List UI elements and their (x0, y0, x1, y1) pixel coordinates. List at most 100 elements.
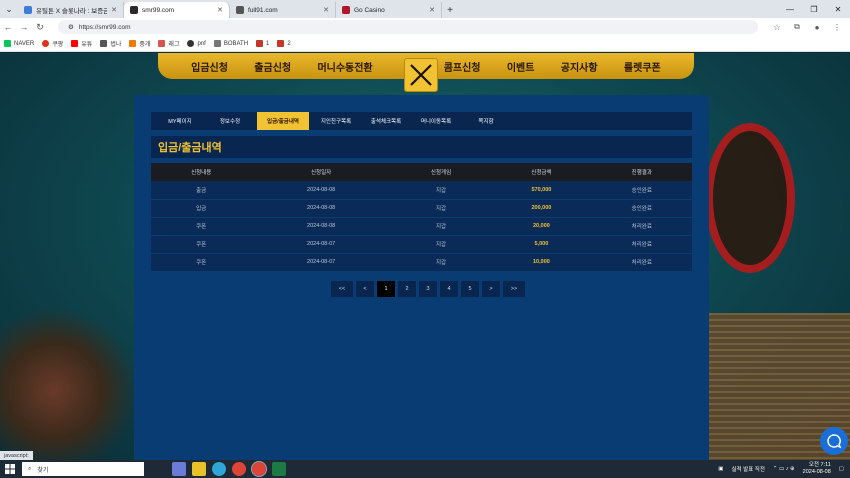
tab-close-icon[interactable]: ✕ (323, 6, 329, 14)
column-header: 신청게임 (390, 163, 492, 181)
page-last-button[interactable]: >> (503, 281, 525, 297)
tab-attendance[interactable]: 출석체크목록 (363, 112, 409, 130)
tab-close-icon[interactable]: ✕ (111, 6, 117, 14)
minimize-icon[interactable]: — (778, 0, 802, 18)
close-icon (410, 64, 432, 86)
page-button-5[interactable]: 5 (461, 281, 479, 297)
cell-amount: 200,000 (491, 199, 592, 218)
menu-money-convert[interactable]: 머니수동전환 (317, 59, 372, 74)
menu-notice[interactable]: 공지사항 (561, 59, 598, 74)
cell-type: 출금 (151, 181, 252, 200)
page-button-2[interactable]: 2 (398, 281, 416, 297)
cell-game: 지갑 (390, 199, 492, 218)
sticky-notes-icon[interactable] (192, 462, 206, 476)
profile-avatar[interactable]: ● (810, 19, 824, 35)
page-prev-button[interactable]: < (356, 281, 374, 297)
tray-icons[interactable]: ⌃ ▭ ♪ ⊕ (773, 466, 795, 472)
column-header: 신청내용 (151, 163, 252, 181)
cell-amount: 10,000 (491, 253, 592, 272)
menu-event[interactable]: 이벤트 (507, 59, 535, 74)
bookmark-item[interactable]: 래그 (158, 39, 179, 48)
background-character-image (0, 303, 135, 460)
cell-amount: 5,000 (491, 235, 592, 254)
bookmark-item[interactable]: pnf (187, 40, 206, 47)
tab-favicon-icon (342, 6, 350, 14)
page-button-1[interactable]: 1 (377, 281, 395, 297)
taskbar-apps (172, 461, 286, 477)
bookmark-item[interactable]: 2 (277, 40, 291, 47)
browser-tab-active[interactable]: smr99.com ✕ (124, 2, 230, 18)
taskbar-search[interactable]: ⌕ 찾기 (22, 462, 144, 476)
extensions-icon[interactable]: ⧉ (790, 19, 804, 35)
menu-withdraw[interactable]: 출금신청 (254, 59, 291, 74)
menu-roulette-coupon[interactable]: 룰렛쿠폰 (624, 59, 661, 74)
history-table: 신청내용 신청일자 신청게임 신청금액 진행결과 출금 2024-08-08 지… (151, 163, 692, 272)
tab-favicon-icon (130, 6, 138, 14)
bookmark-item[interactable]: 쿠팡 (42, 39, 63, 48)
cell-result: 처리완료 (591, 217, 692, 236)
tab-favicon-icon (24, 6, 32, 14)
browser-tab[interactable]: Go Casino ✕ (336, 2, 442, 18)
clock[interactable]: 오전 7:11 2024-08-08 (803, 462, 831, 476)
browser-tab[interactable]: full91.com ✕ (230, 2, 336, 18)
cell-result: 승인완료 (591, 199, 692, 218)
news-widget-icon[interactable]: ▣ (718, 466, 723, 472)
tab-money-transfer[interactable]: 머니이동목록 (413, 112, 459, 130)
excel-icon[interactable] (272, 462, 286, 476)
tab-friends[interactable]: 지인친구목록 (313, 112, 359, 130)
system-tray: ▣ 실적 발표 직전 ⌃ ▭ ♪ ⊕ 오전 7:11 2024-08-08 ▢ (718, 460, 844, 478)
menu-comp[interactable]: 콤프신청 (444, 59, 481, 74)
maximize-icon[interactable]: ❐ (802, 0, 826, 18)
tab-messages[interactable]: 쪽지함 (463, 112, 509, 130)
table-row: 출금 2024-08-08 지갑 570,000 승인완료 (151, 181, 692, 200)
chat-button[interactable] (820, 427, 848, 455)
browser-tab[interactable]: 유틸톤 X 슬롯나라 : 보증금 2억 ✕ (18, 2, 124, 18)
tab-mypage[interactable]: MY페이지 (157, 112, 203, 130)
back-icon[interactable]: ← (0, 19, 16, 35)
windows-logo-icon (5, 464, 15, 474)
browser-tab-bar: ⌄ 유틸톤 X 슬롯나라 : 보증금 2억 ✕ smr99.com ✕ full… (0, 0, 850, 18)
section-title: 입금/출금내역 (151, 136, 692, 158)
reload-icon[interactable]: ↻ (32, 19, 48, 35)
bookmark-item[interactable]: 유튜 (71, 39, 92, 48)
news-widget-text[interactable]: 실적 발표 직전 (731, 465, 764, 473)
tab-close-icon[interactable]: ✕ (429, 6, 435, 14)
menu-deposit[interactable]: 입금신청 (191, 59, 228, 74)
site-info-icon[interactable]: ⚙ (68, 23, 74, 31)
edge-icon[interactable] (212, 462, 226, 476)
url-field[interactable]: ⚙ https://smr99.com (58, 20, 758, 34)
close-modal-button[interactable] (404, 58, 438, 92)
chrome-active-icon[interactable] (251, 461, 267, 477)
taskview-icon[interactable] (172, 462, 186, 476)
bookmark-item[interactable]: 1 (256, 40, 269, 47)
forward-icon[interactable]: → (16, 19, 32, 35)
page-next-button[interactable]: > (482, 281, 500, 297)
chrome-icon[interactable] (232, 462, 246, 476)
bookmark-item[interactable]: 법나 (100, 39, 121, 48)
table-row: 쿠폰 2024-08-07 지갑 10,000 처리완료 (151, 253, 692, 272)
start-button[interactable] (0, 460, 20, 478)
cell-type: 쿠폰 (151, 235, 252, 254)
close-window-icon[interactable]: ✕ (826, 0, 850, 18)
notification-icon[interactable]: ▢ (839, 466, 844, 472)
bookmark-item[interactable]: BOBATH (213, 40, 248, 47)
bookmark-item[interactable]: NAVER (4, 40, 34, 47)
pagination: << < 1 2 3 4 5 > >> (331, 281, 525, 297)
page-button-3[interactable]: 3 (419, 281, 437, 297)
new-tab-button[interactable]: + (442, 2, 458, 18)
tab-close-icon[interactable]: ✕ (217, 6, 223, 14)
cell-date: 2024-08-08 (251, 199, 391, 218)
page-button-4[interactable]: 4 (440, 281, 458, 297)
column-header: 진행결과 (591, 163, 692, 181)
tab-deposit-withdraw-history[interactable]: 입금/출금내역 (257, 112, 309, 130)
bookmark-icon (100, 40, 108, 47)
tab-edit-info[interactable]: 정보수정 (207, 112, 253, 130)
tab-search-icon[interactable]: ⌄ (0, 0, 18, 18)
page-first-button[interactable]: << (331, 281, 353, 297)
bookmark-star-icon[interactable]: ☆ (770, 19, 784, 35)
tab-title: full91.com (248, 6, 278, 14)
menu-icon[interactable]: ⋮ (830, 19, 844, 35)
bookmark-item[interactable]: 중개 (129, 39, 150, 48)
url-text: https://smr99.com (78, 23, 131, 31)
roulette-wheel-image (705, 123, 795, 273)
